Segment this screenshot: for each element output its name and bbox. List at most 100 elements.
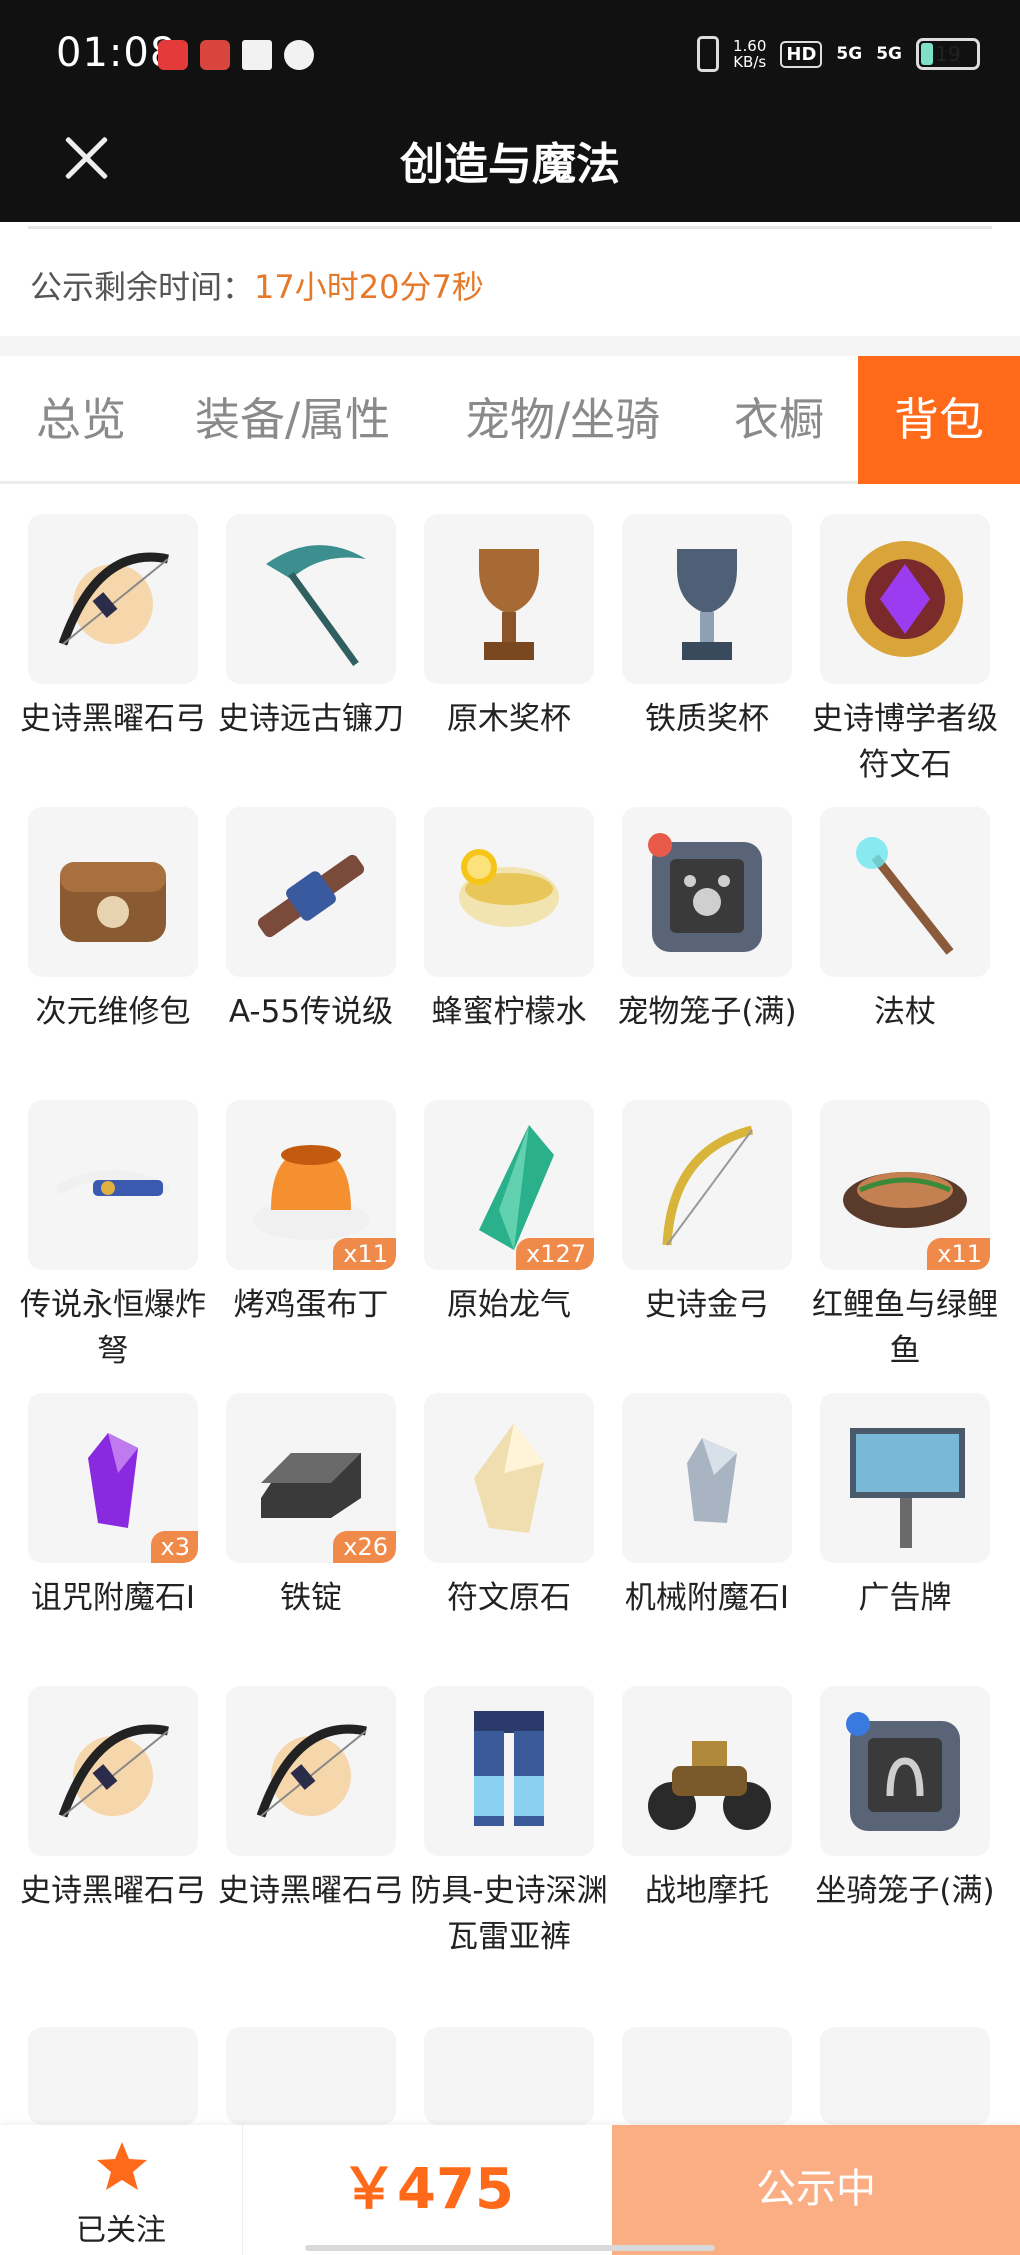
item-name: 铁锭 — [280, 1580, 342, 1616]
item-thumbnail[interactable] — [820, 2027, 990, 2125]
notice-label: 公示剩余时间： — [30, 268, 255, 306]
item-count-badge: x26 — [333, 1531, 396, 1563]
status-bar: 01:08 1.60 KB/s HD 5G 5G 19 — [0, 0, 1020, 110]
item-thumbnail[interactable] — [226, 2027, 396, 2125]
item-thumbnail[interactable]: x127 — [424, 1100, 594, 1270]
item-thumbnail[interactable]: x3 — [28, 1393, 198, 1563]
rune-ore-icon — [474, 1423, 544, 1533]
item-thumbnail[interactable] — [820, 807, 990, 977]
item-thumbnail[interactable] — [424, 1393, 594, 1563]
item-thumbnail[interactable] — [28, 807, 198, 977]
item-name: 史诗远古镰刀 — [218, 701, 404, 737]
item-name: 法杖 — [874, 994, 936, 1030]
item-name: 原木奖杯 — [447, 701, 571, 737]
item-name: 史诗金弓 — [645, 1287, 769, 1323]
app-notification-icon — [158, 40, 188, 70]
tab-equipment[interactable]: 装备/属性 — [195, 356, 390, 484]
crossbow-icon — [55, 1170, 171, 1196]
gray-crystal-icon — [687, 1438, 737, 1523]
status-button[interactable]: 公示中 — [612, 2125, 1020, 2255]
tab-overview[interactable]: 总览 — [36, 356, 126, 484]
item-thumbnail[interactable] — [622, 1686, 792, 1856]
item-thumbnail[interactable] — [28, 514, 198, 684]
item-thumbnail[interactable] — [820, 1393, 990, 1563]
item-thumbnail[interactable] — [226, 807, 396, 977]
item-name: 蜂蜜柠檬水 — [431, 994, 587, 1030]
item-thumbnail[interactable]: x26 — [226, 1393, 396, 1563]
item-count-badge: x127 — [515, 1238, 594, 1270]
divider — [28, 226, 992, 229]
item-name: 宠物笼子(满) — [617, 994, 797, 1030]
item-thumbnail[interactable] — [622, 2027, 792, 2125]
tab-pets-mounts[interactable]: 宠物/坐骑 — [465, 356, 660, 484]
item-name: 史诗黑曜石弓 — [218, 1873, 404, 1909]
item-name: A-55传说级 — [228, 994, 394, 1030]
item-count-badge: x3 — [150, 1531, 198, 1563]
follow-button[interactable]: 已关注 — [0, 2125, 242, 2255]
armor-pants-icon — [474, 1711, 544, 1826]
item-name: 烤鸡蛋布丁 — [233, 1287, 389, 1323]
signal-icon: 5G — [876, 44, 902, 64]
item-name: 史诗黑曜石弓 — [20, 1873, 206, 1909]
gold-bow-icon — [662, 1125, 754, 1246]
item-thumbnail[interactable] — [424, 807, 594, 977]
tea-cup-icon — [459, 849, 559, 927]
network-speed: 1.60 KB/s — [732, 37, 767, 71]
item-thumbnail[interactable] — [622, 1393, 792, 1563]
rune-stone-icon — [847, 541, 963, 657]
rifle-icon — [257, 854, 365, 938]
hd-icon: HD — [780, 40, 823, 68]
item-count-badge: x11 — [927, 1238, 990, 1270]
item-name: 机械附魔石Ⅰ — [624, 1580, 790, 1616]
pet-cage-icon — [648, 833, 762, 952]
title-bar: 创造与魔法 — [0, 110, 1020, 222]
item-thumbnail[interactable] — [424, 514, 594, 684]
item-name: 原始龙气 — [447, 1287, 571, 1323]
item-thumbnail[interactable] — [424, 2027, 594, 2125]
item-thumbnail[interactable] — [28, 1100, 198, 1270]
item-thumbnail[interactable] — [622, 1100, 792, 1270]
notification-icons — [158, 40, 314, 70]
app-notification-icon — [200, 40, 230, 70]
item-thumbnail[interactable]: x11 — [226, 1100, 396, 1270]
scythe-icon — [266, 545, 366, 667]
item-thumbnail[interactable] — [226, 514, 396, 684]
bow-icon — [256, 1724, 367, 1818]
bow-icon — [58, 1724, 169, 1818]
item-thumbnail[interactable] — [226, 1686, 396, 1856]
item-thumbnail[interactable] — [622, 807, 792, 977]
iron-trophy-icon — [677, 549, 737, 660]
section-gap — [0, 336, 1020, 356]
tab-wardrobe[interactable]: 衣橱 — [734, 356, 824, 484]
item-thumbnail[interactable] — [28, 1686, 198, 1856]
bottom-bar: 已关注 ￥475 公示中 — [0, 2125, 1020, 2255]
motorbike-icon — [648, 1741, 771, 1830]
billboard-icon — [850, 1428, 965, 1548]
item-thumbnail[interactable] — [820, 1686, 990, 1856]
item-thumbnail[interactable] — [424, 1686, 594, 1856]
notice-timer: 公示剩余时间：17小时20分7秒 — [30, 262, 484, 308]
signal-icon: 5G — [836, 44, 863, 64]
home-indicator[interactable] — [305, 2245, 715, 2251]
staff-icon — [856, 837, 954, 955]
item-count-badge: x11 — [333, 1238, 396, 1270]
follow-label: 已关注 — [76, 2213, 166, 2248]
item-name: 符文原石 — [447, 1580, 571, 1616]
vibrate-icon — [696, 36, 719, 72]
bow-icon — [58, 552, 169, 646]
system-indicators: 1.60 KB/s HD 5G 5G 19 — [696, 36, 980, 72]
item-name: 传说永恒爆炸弩 — [20, 1287, 206, 1369]
item-thumbnail[interactable] — [28, 2027, 198, 2125]
item-name: 战地摩托 — [645, 1873, 769, 1909]
item-thumbnail[interactable] — [820, 514, 990, 684]
item-name: 铁质奖杯 — [645, 701, 769, 737]
item-name: 广告牌 — [858, 1580, 952, 1616]
repair-bag-icon — [60, 862, 166, 942]
square-notification-icon — [242, 40, 272, 70]
star-icon — [97, 2142, 147, 2190]
item-thumbnail[interactable] — [622, 514, 792, 684]
mount-cage-icon — [846, 1712, 960, 1831]
tab-backpack[interactable]: 背包 — [858, 356, 1020, 484]
message-icon — [284, 40, 314, 70]
item-thumbnail[interactable]: x11 — [820, 1100, 990, 1270]
